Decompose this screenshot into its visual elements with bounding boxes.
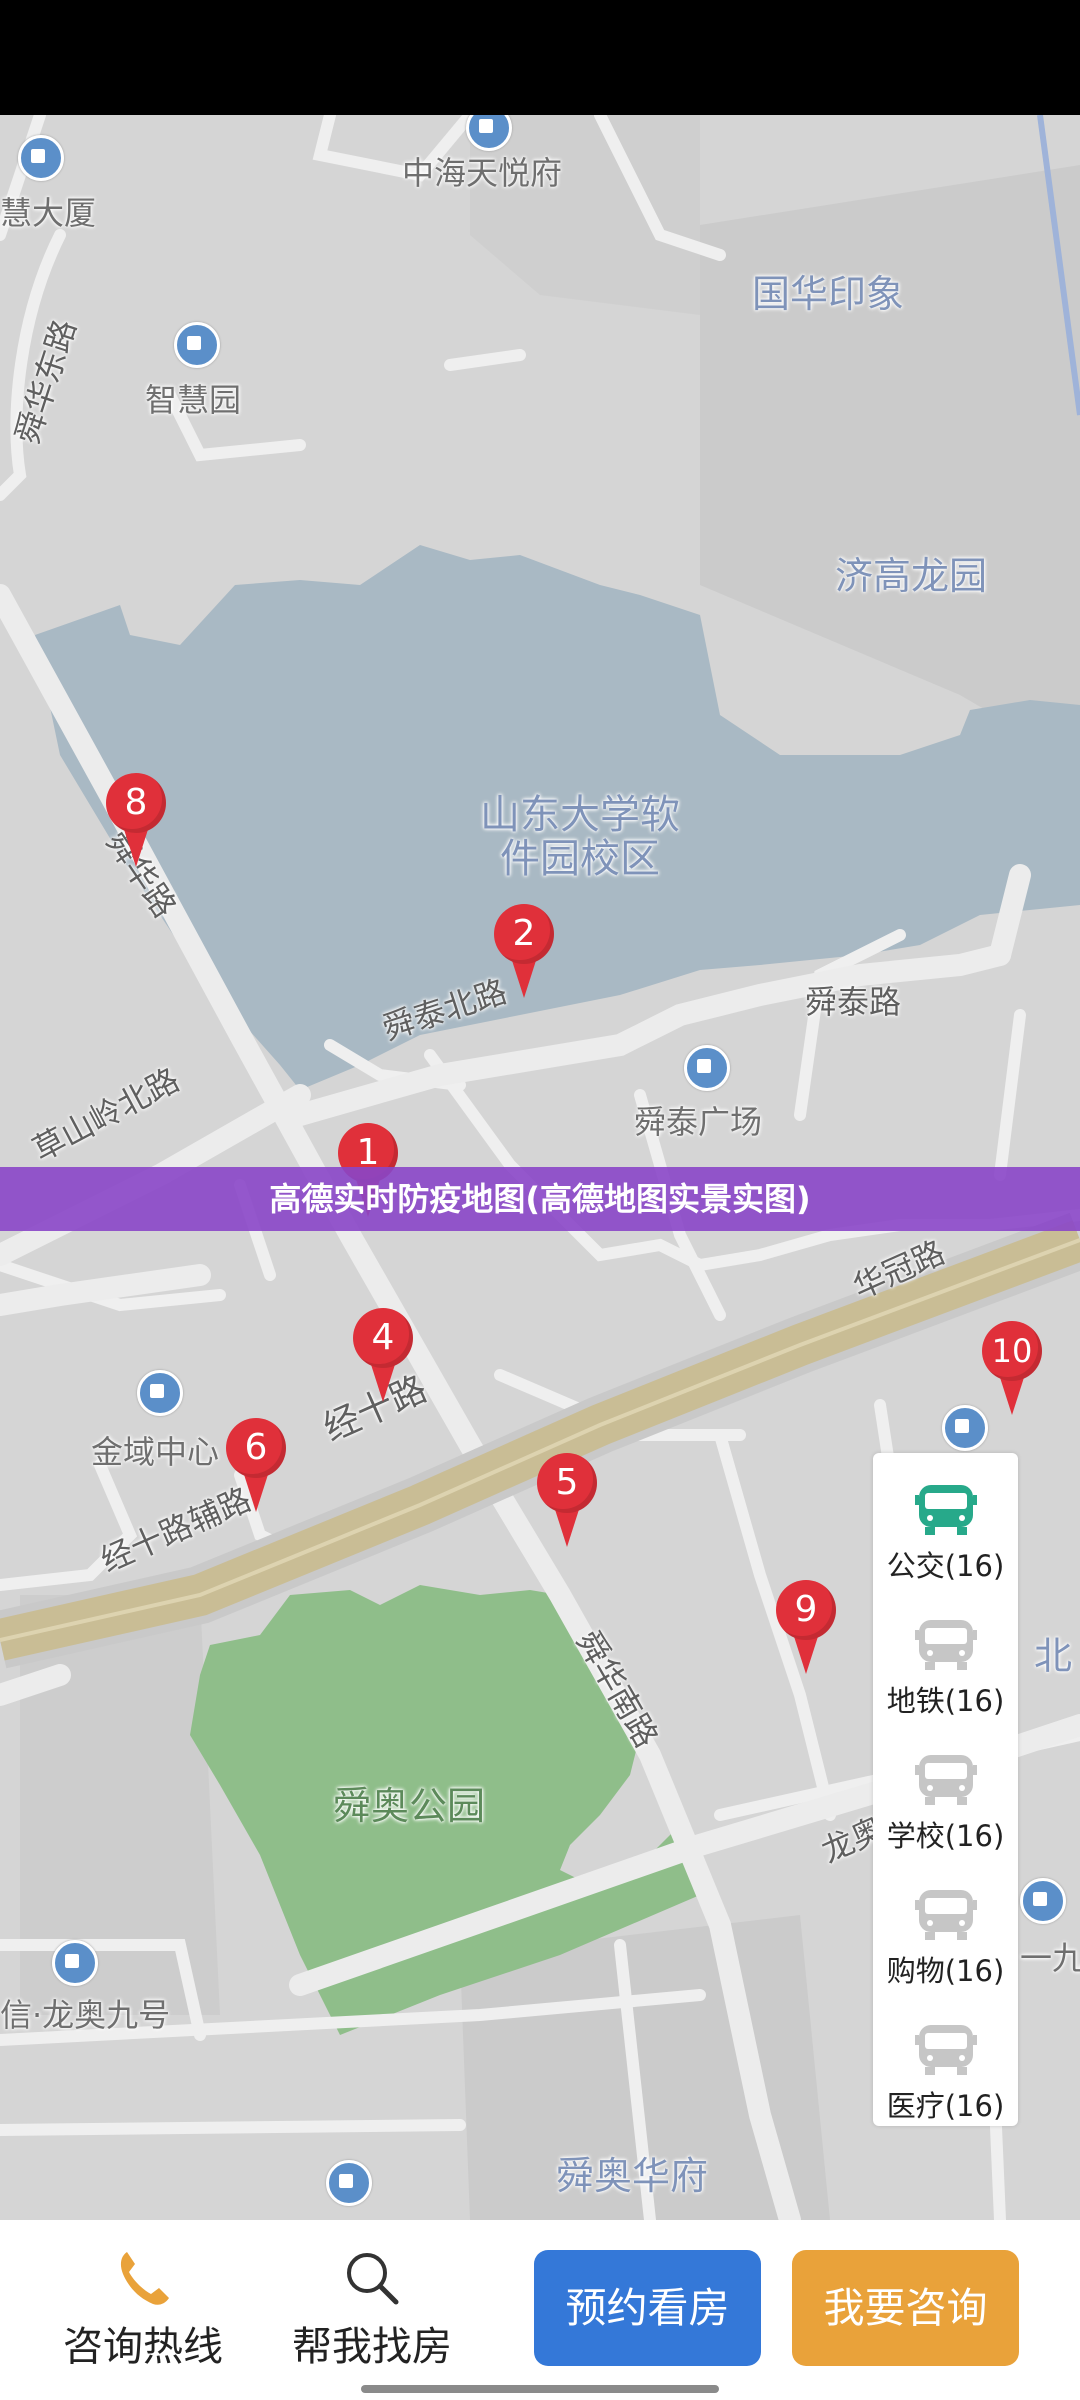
pin-number: 10 <box>991 1332 1033 1370</box>
poi-building-icon[interactable] <box>1020 1878 1066 1924</box>
map-label-shuntaiguangchang: 舜泰广场 <box>634 1103 763 1141</box>
category-label: 地铁(16) <box>886 1684 1005 1718</box>
category-label: 购物(16) <box>886 1954 1005 1988</box>
hotline-label: 咨询热线 <box>63 2324 223 2370</box>
poi-building-icon[interactable] <box>326 2160 372 2206</box>
book-viewing-button[interactable]: 预约看房 <box>534 2250 761 2366</box>
bus-icon <box>915 1485 977 1535</box>
map-label-longao9: 信·龙奥九号 <box>0 1996 171 2034</box>
poi-building-icon[interactable] <box>52 1940 98 1986</box>
promo-banner: 高德实时防疫地图(高德地图实景实图) <box>0 1167 1080 1231</box>
map-label-zhonghai: 中海天悦府 <box>402 154 563 192</box>
category-shopping[interactable]: 购物(16) <box>873 1870 1018 2004</box>
map-label-shunaopark: 舜奥公园 <box>333 1784 486 1828</box>
poi-building-icon[interactable] <box>174 322 220 368</box>
map-label-campus: 山东大学软件园校区 <box>480 792 680 882</box>
pin-number: 4 <box>371 1317 395 1358</box>
map-pin-6[interactable]: 6 <box>226 1418 286 1513</box>
map-pin-5[interactable]: 5 <box>537 1453 597 1548</box>
map-pin-10[interactable]: 10 <box>982 1321 1042 1416</box>
pin-number: 8 <box>124 782 148 823</box>
category-label: 医疗(16) <box>886 2089 1005 2123</box>
consult-button[interactable]: 我要咨询 <box>792 2250 1019 2366</box>
shopping-icon <box>915 1890 977 1940</box>
category-school[interactable]: 学校(16) <box>873 1735 1018 1869</box>
medical-icon <box>915 2025 977 2075</box>
road-label-shuntai: 舜泰路 <box>805 983 902 1021</box>
find-house-button[interactable]: 帮我找房 <box>277 2248 467 2378</box>
home-indicator[interactable] <box>361 2385 719 2393</box>
pin-number: 2 <box>512 913 536 954</box>
poi-building-icon[interactable] <box>137 1370 183 1416</box>
category-medical[interactable]: 医疗(16) <box>873 2005 1018 2139</box>
bottom-action-bar: 咨询热线 帮我找房 预约看房 我要咨询 <box>0 2220 1080 2400</box>
school-icon <box>915 1755 977 1805</box>
pin-number: 9 <box>794 1589 818 1630</box>
map-label-huida: 慧大厦 <box>0 194 97 232</box>
map-label-zhihuiyuan: 智慧园 <box>145 381 242 419</box>
subway-icon <box>915 1620 977 1670</box>
map-pin-4[interactable]: 4 <box>353 1308 413 1403</box>
map-label-guohua: 国华印象 <box>752 272 905 316</box>
nearby-category-panel: 公交(16) 地铁(16) 学校(16) 购物(16) 医疗(16) <box>873 1453 1018 2126</box>
hotline-button[interactable]: 咨询热线 <box>48 2248 238 2378</box>
category-label: 学校(16) <box>886 1819 1005 1853</box>
pin-number: 6 <box>244 1427 268 1468</box>
poi-building-icon[interactable] <box>684 1045 730 1091</box>
pin-number: 5 <box>555 1462 579 1503</box>
category-bus[interactable]: 公交(16) <box>873 1465 1018 1599</box>
map-pin-9[interactable]: 9 <box>776 1580 836 1675</box>
find-house-label: 帮我找房 <box>292 2324 452 2370</box>
map-label-jigao: 济高龙园 <box>835 554 988 598</box>
status-bar <box>0 0 1080 115</box>
map-label-bei: 北 <box>1034 1634 1073 1678</box>
map-label-shunaohua: 舜奥华府 <box>556 2154 709 2198</box>
map-label-jinyu: 金域中心 <box>91 1433 220 1471</box>
category-subway[interactable]: 地铁(16) <box>873 1600 1018 1734</box>
phone-icon <box>120 2252 169 2305</box>
map-pin-8[interactable]: 8 <box>106 773 166 868</box>
poi-building-icon[interactable] <box>18 135 64 181</box>
map-pin-2[interactable]: 2 <box>494 904 554 999</box>
search-icon <box>347 2253 399 2305</box>
category-label: 公交(16) <box>886 1549 1005 1583</box>
map-label-yijiu: 一九 <box>1020 1939 1080 1977</box>
